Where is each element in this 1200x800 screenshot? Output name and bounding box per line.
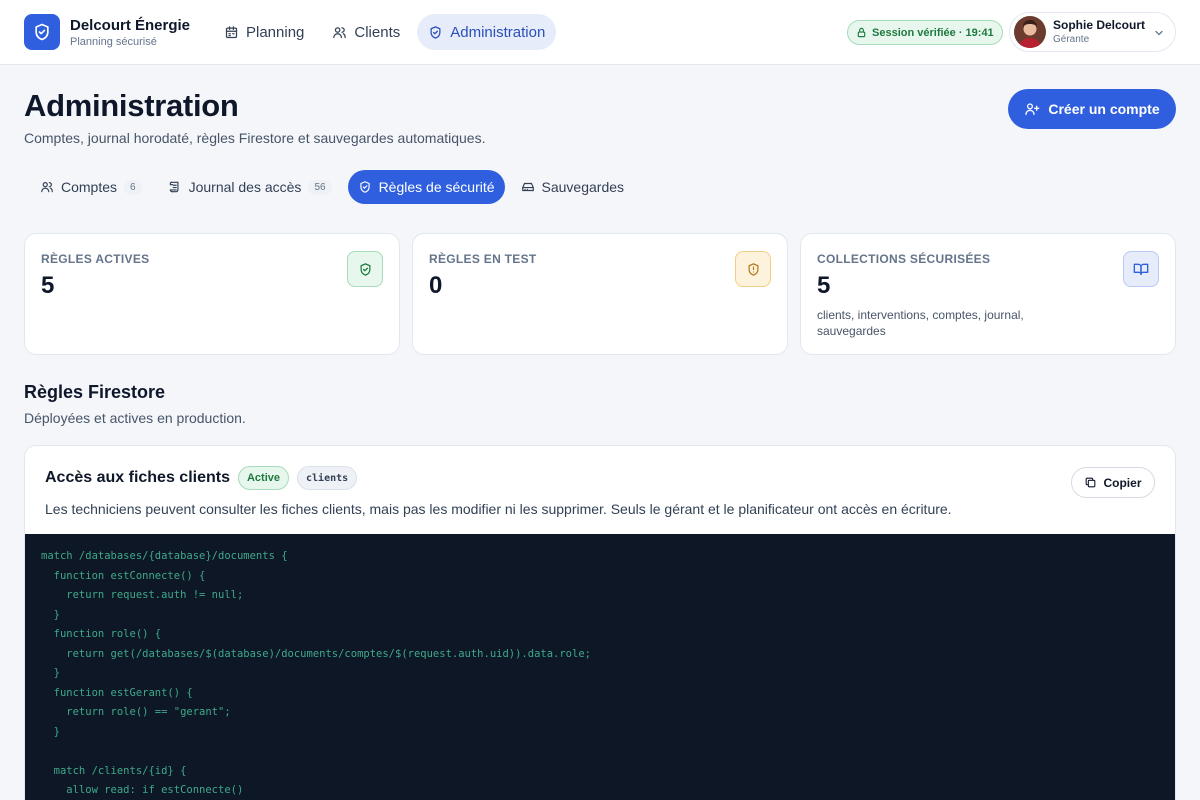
nav-planning-label: Planning	[246, 23, 305, 41]
create-account-label: Créer un compte	[1048, 101, 1160, 117]
user-name: Sophie Delcourt	[1053, 18, 1146, 32]
tab-sauvegardes[interactable]: Sauvegardes	[511, 170, 635, 204]
shield-icon	[428, 25, 443, 40]
brand[interactable]: Delcourt Énergie Planning sécurisé	[24, 14, 190, 50]
lock-icon	[856, 27, 867, 38]
tab-journal-label: Journal des accès	[188, 179, 302, 195]
rule-title: Accès aux fiches clients	[45, 469, 230, 486]
code-line: function estGerant() {	[41, 686, 193, 699]
code-line: return get(/databases/$(database)/docume…	[41, 647, 591, 660]
users-icon	[332, 25, 347, 40]
section-subtitle: Déployées et actives en production.	[24, 410, 246, 426]
section-title: Règles Firestore	[24, 382, 166, 402]
calendar-icon	[224, 25, 239, 40]
code-line: match /databases/{database}/documents {	[41, 550, 288, 562]
tab-comptes-count: 6	[124, 179, 142, 195]
code-line: allow read: if estConnecte()	[41, 784, 244, 796]
tab-comptes-label: Comptes	[61, 179, 118, 195]
stat-card-collections: COLLECTIONS SÉCURISÉES 5 clients, interv…	[800, 233, 1176, 355]
page-subtitle: Comptes, journal horodaté, règles Firest…	[24, 130, 486, 146]
copy-label: Copier	[1103, 475, 1142, 490]
book-open-icon	[1123, 251, 1159, 287]
tab-journal[interactable]: Journal des accès 56	[158, 170, 342, 204]
code-line: function estConnecte() {	[41, 569, 206, 582]
users-icon	[40, 180, 54, 194]
stat-description: clients, interventions, comptes, journal…	[817, 308, 1024, 338]
shield-logo-icon	[24, 14, 60, 50]
shield-check-icon	[347, 251, 383, 287]
session-label: Session vérifiée · 19:41	[872, 26, 994, 39]
stat-value: 5	[817, 272, 831, 299]
admin-tabs: Comptes 6 Journal des accès 56 Règles de…	[30, 170, 634, 204]
create-account-button[interactable]: Créer un compte	[1008, 89, 1176, 129]
chevron-down-icon	[1153, 27, 1165, 39]
collection-badge: clients	[297, 466, 358, 490]
code-line: }	[41, 667, 60, 679]
code-line: return role() == "gerant";	[41, 706, 231, 718]
code-line: return request.auth != null;	[41, 589, 244, 601]
code-block[interactable]: match /databases/{database}/documents { …	[25, 534, 1175, 800]
session-badge: Session vérifiée · 19:41	[847, 20, 1003, 45]
code-line: function role() {	[41, 628, 162, 640]
rule-card: Accès aux fiches clients Active clients …	[24, 445, 1176, 800]
stat-label: RÈGLES ACTIVES	[41, 252, 150, 266]
status-badge: Active	[237, 466, 290, 490]
hard-drive-icon	[521, 180, 535, 194]
stat-label: RÈGLES EN TEST	[429, 252, 537, 266]
avatar	[1014, 16, 1046, 48]
nav-administration[interactable]: Administration	[417, 14, 557, 50]
brand-name: Delcourt Énergie	[70, 16, 191, 34]
stat-value: 0	[429, 272, 443, 299]
nav-administration-label: Administration	[450, 23, 546, 41]
user-menu[interactable]: Sophie Delcourt Gérante	[1009, 12, 1176, 52]
stat-card-active-rules: RÈGLES ACTIVES 5	[24, 233, 400, 355]
page-title: Administration	[24, 88, 239, 123]
tab-journal-count: 56	[308, 179, 332, 195]
code-line: }	[41, 725, 60, 738]
top-bar: Delcourt Énergie Planning sécurisé Plann…	[0, 0, 1200, 65]
stat-card-test-rules: RÈGLES EN TEST 0	[412, 233, 788, 355]
brand-subtitle: Planning sécurisé	[70, 35, 157, 48]
copy-icon	[1084, 476, 1097, 489]
shield-alert-icon	[735, 251, 771, 287]
stat-value: 5	[41, 272, 55, 299]
code-line: match /clients/{id} {	[41, 764, 187, 777]
main-nav: Planning Clients Administration	[213, 14, 557, 50]
tab-sauvegardes-label: Sauvegardes	[541, 179, 625, 195]
scroll-icon	[168, 180, 182, 194]
nav-planning[interactable]: Planning	[213, 14, 315, 50]
user-plus-icon	[1024, 101, 1040, 117]
nav-clients-label: Clients	[354, 23, 401, 41]
code-line: }	[41, 608, 60, 621]
stat-label: COLLECTIONS SÉCURISÉES	[817, 252, 991, 266]
nav-clients[interactable]: Clients	[321, 14, 411, 50]
tab-regles[interactable]: Règles de sécurité	[347, 170, 505, 204]
rule-description: Les techniciens peuvent consulter les fi…	[45, 501, 952, 517]
user-role: Gérante	[1053, 34, 1090, 45]
copy-button[interactable]: Copier	[1071, 467, 1155, 498]
tab-regles-label: Règles de sécurité	[378, 179, 495, 195]
tab-comptes[interactable]: Comptes 6	[30, 170, 152, 204]
shield-icon	[358, 180, 372, 194]
